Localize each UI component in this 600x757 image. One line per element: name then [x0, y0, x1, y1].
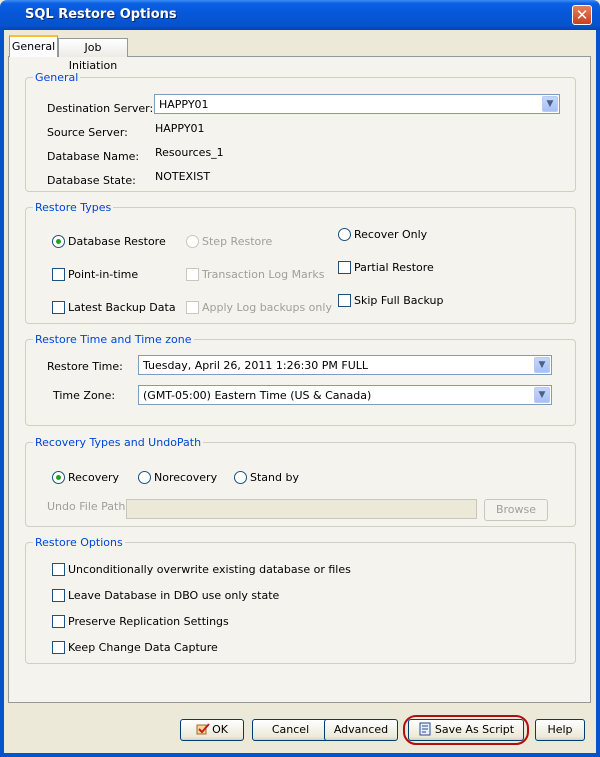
destination-server-value: HAPPY01	[159, 98, 209, 111]
recovery-radio[interactable]	[52, 471, 65, 484]
source-server-label: Source Server:	[47, 126, 128, 139]
latest-backup-data-checkbox[interactable]	[52, 301, 65, 314]
database-name-value: Resources_1	[155, 146, 224, 159]
step-restore-radio	[186, 235, 199, 248]
restore-time-title: Restore Time and Time zone	[33, 333, 194, 346]
preserve-replication-checkbox[interactable]	[52, 615, 65, 628]
database-restore-label[interactable]: Database Restore	[68, 235, 166, 248]
window-frame-bottom	[0, 753, 600, 757]
script-icon	[419, 722, 431, 736]
advanced-button[interactable]: Advanced	[324, 719, 398, 741]
transaction-log-marks-checkbox	[186, 268, 199, 281]
restore-types-title: Restore Types	[33, 201, 114, 214]
close-button[interactable]: ✕	[572, 5, 592, 25]
chevron-down-icon[interactable]: ▼	[542, 96, 558, 112]
skip-full-backup-checkbox[interactable]	[338, 294, 351, 307]
radio-selected-dot	[56, 475, 61, 480]
time-zone-combo[interactable]: (GMT-05:00) Eastern Time (US & Canada) ▼	[138, 385, 552, 405]
apply-log-backups-only-checkbox	[186, 301, 199, 314]
window-title: SQL Restore Options	[25, 7, 177, 22]
standby-label[interactable]: Stand by	[250, 471, 299, 484]
partial-restore-label[interactable]: Partial Restore	[354, 261, 434, 274]
browse-button: Browse	[484, 499, 548, 521]
database-state-value: NOTEXIST	[155, 170, 211, 183]
recovery-title: Recovery Types and UndoPath	[33, 436, 204, 449]
restore-options-title: Restore Options	[33, 536, 125, 549]
restore-time-label: Restore Time:	[47, 360, 123, 373]
database-name-label: Database Name:	[47, 150, 140, 163]
restore-time-value: Tuesday, April 26, 2011 1:26:30 PM FULL	[143, 359, 369, 372]
ok-button[interactable]: OK	[180, 719, 244, 741]
tab-job-initiation[interactable]: Job Initiation	[58, 38, 128, 72]
tab-general[interactable]: General	[9, 35, 58, 57]
time-zone-label: Time Zone:	[53, 389, 116, 402]
recover-only-label[interactable]: Recover Only	[354, 228, 427, 241]
standby-radio[interactable]	[234, 471, 247, 484]
dbo-only-label[interactable]: Leave Database in DBO use only state	[68, 589, 279, 602]
ok-icon	[196, 723, 210, 735]
apply-log-backups-only-label: Apply Log backups only	[202, 301, 332, 314]
norecovery-radio[interactable]	[138, 471, 151, 484]
overwrite-checkbox[interactable]	[52, 563, 65, 576]
source-server-value: HAPPY01	[155, 122, 205, 135]
step-restore-label: Step Restore	[202, 235, 273, 248]
preserve-replication-label[interactable]: Preserve Replication Settings	[68, 615, 229, 628]
dbo-only-checkbox[interactable]	[52, 589, 65, 602]
cancel-button[interactable]: Cancel	[252, 719, 329, 741]
keep-cdc-label[interactable]: Keep Change Data Capture	[68, 641, 218, 654]
destination-server-combo[interactable]: HAPPY01 ▼	[154, 94, 560, 114]
restore-time-combo[interactable]: Tuesday, April 26, 2011 1:26:30 PM FULL …	[138, 355, 552, 375]
database-restore-radio[interactable]	[52, 235, 65, 248]
radio-selected-dot	[56, 239, 61, 244]
ok-label: OK	[212, 723, 228, 736]
window-frame-left	[0, 30, 4, 757]
point-in-time-label[interactable]: Point-in-time	[68, 268, 138, 281]
overwrite-label[interactable]: Unconditionally overwrite existing datab…	[68, 563, 351, 576]
undo-file-path-label: Undo File Path:	[47, 500, 130, 513]
destination-server-label: Destination Server:	[47, 102, 154, 115]
chevron-down-icon[interactable]: ▼	[534, 357, 550, 373]
undo-file-path-field	[126, 499, 477, 519]
norecovery-label[interactable]: Norecovery	[154, 471, 217, 484]
recover-only-radio[interactable]	[338, 228, 351, 241]
partial-restore-checkbox[interactable]	[338, 261, 351, 274]
general-group-title: General	[33, 71, 81, 84]
save-as-script-button[interactable]: Save As Script	[408, 719, 524, 741]
close-icon: ✕	[575, 6, 589, 24]
latest-backup-data-label[interactable]: Latest Backup Data	[68, 301, 176, 314]
database-state-label: Database State:	[47, 174, 136, 187]
help-button[interactable]: Help	[535, 719, 585, 741]
skip-full-backup-label[interactable]: Skip Full Backup	[354, 294, 444, 307]
recovery-label[interactable]: Recovery	[68, 471, 119, 484]
save-as-script-label: Save As Script	[434, 723, 515, 736]
restore-time-group	[25, 339, 576, 426]
keep-cdc-checkbox[interactable]	[52, 641, 65, 654]
point-in-time-checkbox[interactable]	[52, 268, 65, 281]
window-frame-right	[596, 30, 600, 757]
transaction-log-marks-label: Transaction Log Marks	[202, 268, 325, 281]
time-zone-value: (GMT-05:00) Eastern Time (US & Canada)	[143, 389, 372, 402]
chevron-down-icon[interactable]: ▼	[534, 387, 550, 403]
